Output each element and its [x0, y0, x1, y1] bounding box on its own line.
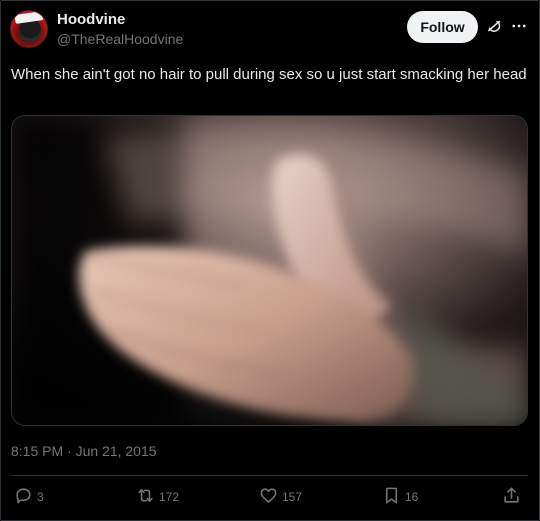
avatar[interactable]: [10, 10, 48, 48]
repost-icon: [136, 486, 155, 508]
grok-icon[interactable]: [485, 17, 503, 35]
divider: [11, 475, 528, 476]
avatar-badge: [14, 11, 44, 24]
tweet-card: Hoodvine @TheRealHoodvine Follow When sh…: [0, 0, 540, 521]
like-button[interactable]: 157: [259, 485, 302, 509]
like-count: 157: [282, 490, 303, 504]
bookmark-count: 16: [405, 490, 419, 504]
repost-count: 172: [159, 490, 180, 504]
reply-count: 3: [37, 490, 44, 504]
tweet-timestamp[interactable]: 8:15 PM · Jun 21, 2015: [11, 443, 157, 459]
bookmark-icon: [382, 486, 401, 508]
follow-button[interactable]: Follow: [407, 11, 478, 43]
heart-icon: [259, 486, 278, 508]
action-bar: 3 172 157 16: [1, 485, 540, 509]
tweet-text: When she ain't got no hair to pull durin…: [11, 66, 527, 83]
reply-button[interactable]: 3: [14, 485, 44, 509]
repost-button[interactable]: 172: [136, 485, 179, 509]
share-button[interactable]: [502, 485, 521, 509]
bookmark-button[interactable]: 16: [382, 485, 418, 509]
tweet-media[interactable]: [11, 115, 528, 426]
blurred-hand-photo: [12, 116, 527, 425]
author-name[interactable]: Hoodvine: [57, 11, 125, 28]
author-handle[interactable]: @TheRealHoodvine: [57, 31, 183, 47]
more-icon[interactable]: [510, 17, 528, 35]
share-icon: [502, 486, 521, 508]
reply-icon: [14, 486, 33, 508]
